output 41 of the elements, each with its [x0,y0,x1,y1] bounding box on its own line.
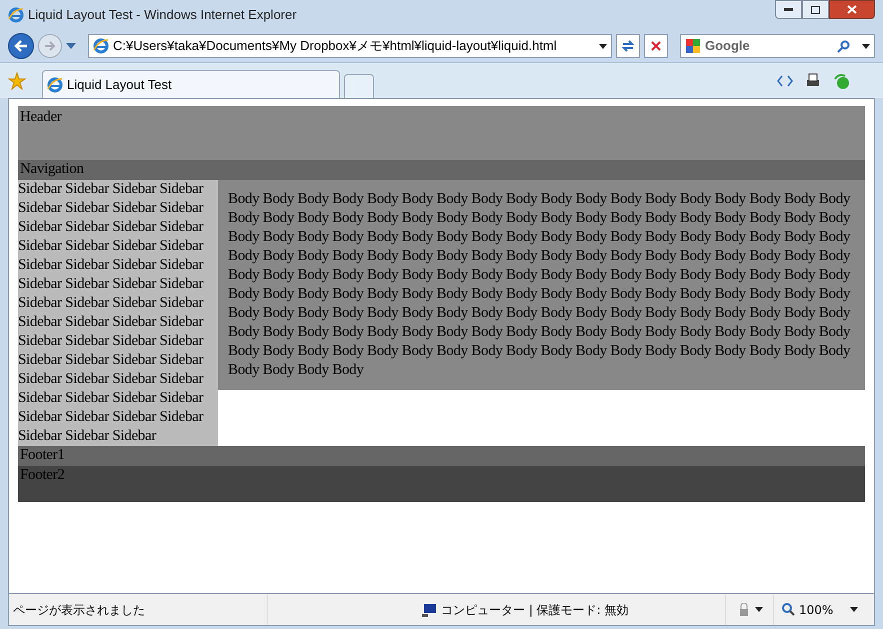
favorites-star-icon[interactable] [8,72,26,90]
close-icon [847,5,857,14]
page-code-icon[interactable] [777,74,793,86]
maximize-button[interactable] [802,0,829,19]
computer-icon [421,602,437,616]
search-field[interactable]: Google [680,34,875,58]
status-message: ページが表示されました [12,602,146,618]
back-button[interactable] [8,33,34,59]
security-zone-text: コンピューター | 保護モード: 無効 [441,602,629,618]
google-logo-icon [685,38,701,54]
minimize-icon [784,8,793,11]
page-footer1: Footer1 [18,446,865,466]
page-navigation: Navigation [18,160,865,180]
refresh-button[interactable] [616,34,640,58]
refresh-icon [621,39,635,53]
caret-icon [754,607,762,612]
zoom-icon [782,603,795,616]
minimize-button[interactable] [775,0,802,19]
close-button[interactable] [829,0,875,19]
search-icon[interactable] [837,40,850,52]
page-header: Header [18,106,865,160]
search-input[interactable]: Google [705,36,825,56]
ie-logo-icon [8,7,24,23]
page-sidebar: Sidebar Sidebar Sidebar Sidebar Sidebar Sidebar Sidebar Sidebar Sidebar Sidebar Sidebar Sidebar Sidebar Sidebar Sidebar Sidebar Sidebar Sidebar Sidebar Sidebar Sidebar Sidebar Sidebar Sidebar Sidebar Sidebar Sidebar Sidebar Sidebar Sidebar Sidebar Sidebar Sidebar Sidebar Sidebar Sidebar Sidebar Sidebar Sidebar Sidebar Sidebar Sidebar Sidebar Sidebar Sidebar Sidebar Sidebar Sidebar Sidebar Sidebar Sidebar Sidebar Sidebar Sidebar Sidebar [18,180,218,446]
dropdown-caret-icon[interactable] [599,44,607,48]
page-icon [93,38,109,54]
printer-icon[interactable] [805,72,821,88]
window-title: Liquid Layout Test - Windows Internet Explorer [28,6,297,24]
maximize-icon [811,6,820,14]
stop-icon [651,41,661,51]
caret-icon [850,607,858,612]
back-arrow-icon [14,40,28,52]
page-body: Body Body Body Body Body Body Body Body Body Body Body Body Body Body Body Body Body Body Body Body Body Body Body Body Body Body Body Body Body Body Body Body Body Body Body Body Body Body Body Body Body Body Body Body Body Body Body Body Body Body Body Body Body Body Body Body Body Body Body Body Body Body Body Body Body Body Body Body Body Body Body Body Body Body Body Body Body Body Body Body Body Body Body Body Body Body Body Body Body Body Body Body Body Body Body Body Body Body Body Body Body Body Body Body Body Body Body Body Body Body Body Body Body Body Body Body Body Body Body Body Body Body Body Body Body Body Body Body Body Body Body Body Body Body Body Body Body Body Body Body Body Body Body Body Body Body Body Body Body Body Body Body Body Body Body Body Body Body Body Body Body Body Body Body Body Body [218,180,865,390]
stop-button[interactable] [644,34,668,58]
page-footer2: Footer2 [18,466,865,502]
zoom-button[interactable]: 100% [773,594,874,625]
address-field[interactable]: C:¥Users¥taka¥Documents¥My Dropbox¥メモ¥html¥liquid-layout¥liquid.html [88,34,612,58]
browser-tab[interactable]: Liquid Layout Test [42,70,340,98]
forward-arrow-icon [44,41,56,51]
page-icon [47,76,63,92]
dropdown-caret-icon[interactable] [862,44,870,48]
